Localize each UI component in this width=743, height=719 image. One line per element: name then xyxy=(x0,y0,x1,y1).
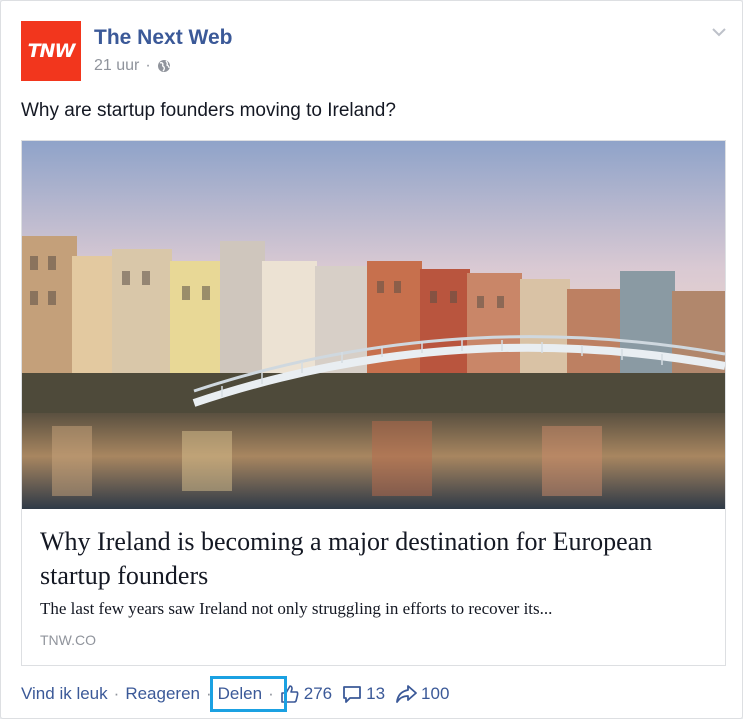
like-button[interactable]: Vind ik leuk xyxy=(21,684,108,704)
page-avatar[interactable]: TNW xyxy=(21,21,81,81)
post-message: Why are startup founders moving to Irela… xyxy=(21,100,396,121)
link-domain: TNW.CO xyxy=(40,632,96,648)
comment-icon xyxy=(343,686,362,703)
avatar-logo-text: TNW xyxy=(27,40,76,62)
chevron-down-icon[interactable] xyxy=(711,25,727,39)
share-count-value: 100 xyxy=(421,684,450,703)
feed-post: TNW The Next Web 21 uur · Why are startu… xyxy=(0,0,743,719)
comment-count-value: 13 xyxy=(366,684,386,703)
like-count[interactable]: 276 xyxy=(280,684,332,704)
page-name-link[interactable]: The Next Web xyxy=(94,26,232,50)
post-timestamp[interactable]: 21 uur xyxy=(94,57,139,75)
globe-icon[interactable] xyxy=(157,59,171,73)
link-attachment[interactable]: Why Ireland is becoming a major destinat… xyxy=(21,140,726,666)
share-arrow-icon xyxy=(396,685,417,703)
link-preview-image[interactable] xyxy=(22,141,725,509)
meta-separator: · xyxy=(145,57,151,74)
link-title[interactable]: Why Ireland is becoming a major destinat… xyxy=(40,525,700,593)
link-description: The last few years saw Ireland not only … xyxy=(40,599,553,618)
like-count-value: 276 xyxy=(303,684,333,703)
action-separator: · xyxy=(113,684,120,703)
comment-count[interactable]: 13 xyxy=(342,684,385,704)
comment-button[interactable]: Reageren xyxy=(125,684,200,704)
share-button-highlight xyxy=(210,676,287,712)
post-meta: 21 uur · xyxy=(94,57,171,75)
share-count[interactable]: 100 xyxy=(395,684,449,704)
